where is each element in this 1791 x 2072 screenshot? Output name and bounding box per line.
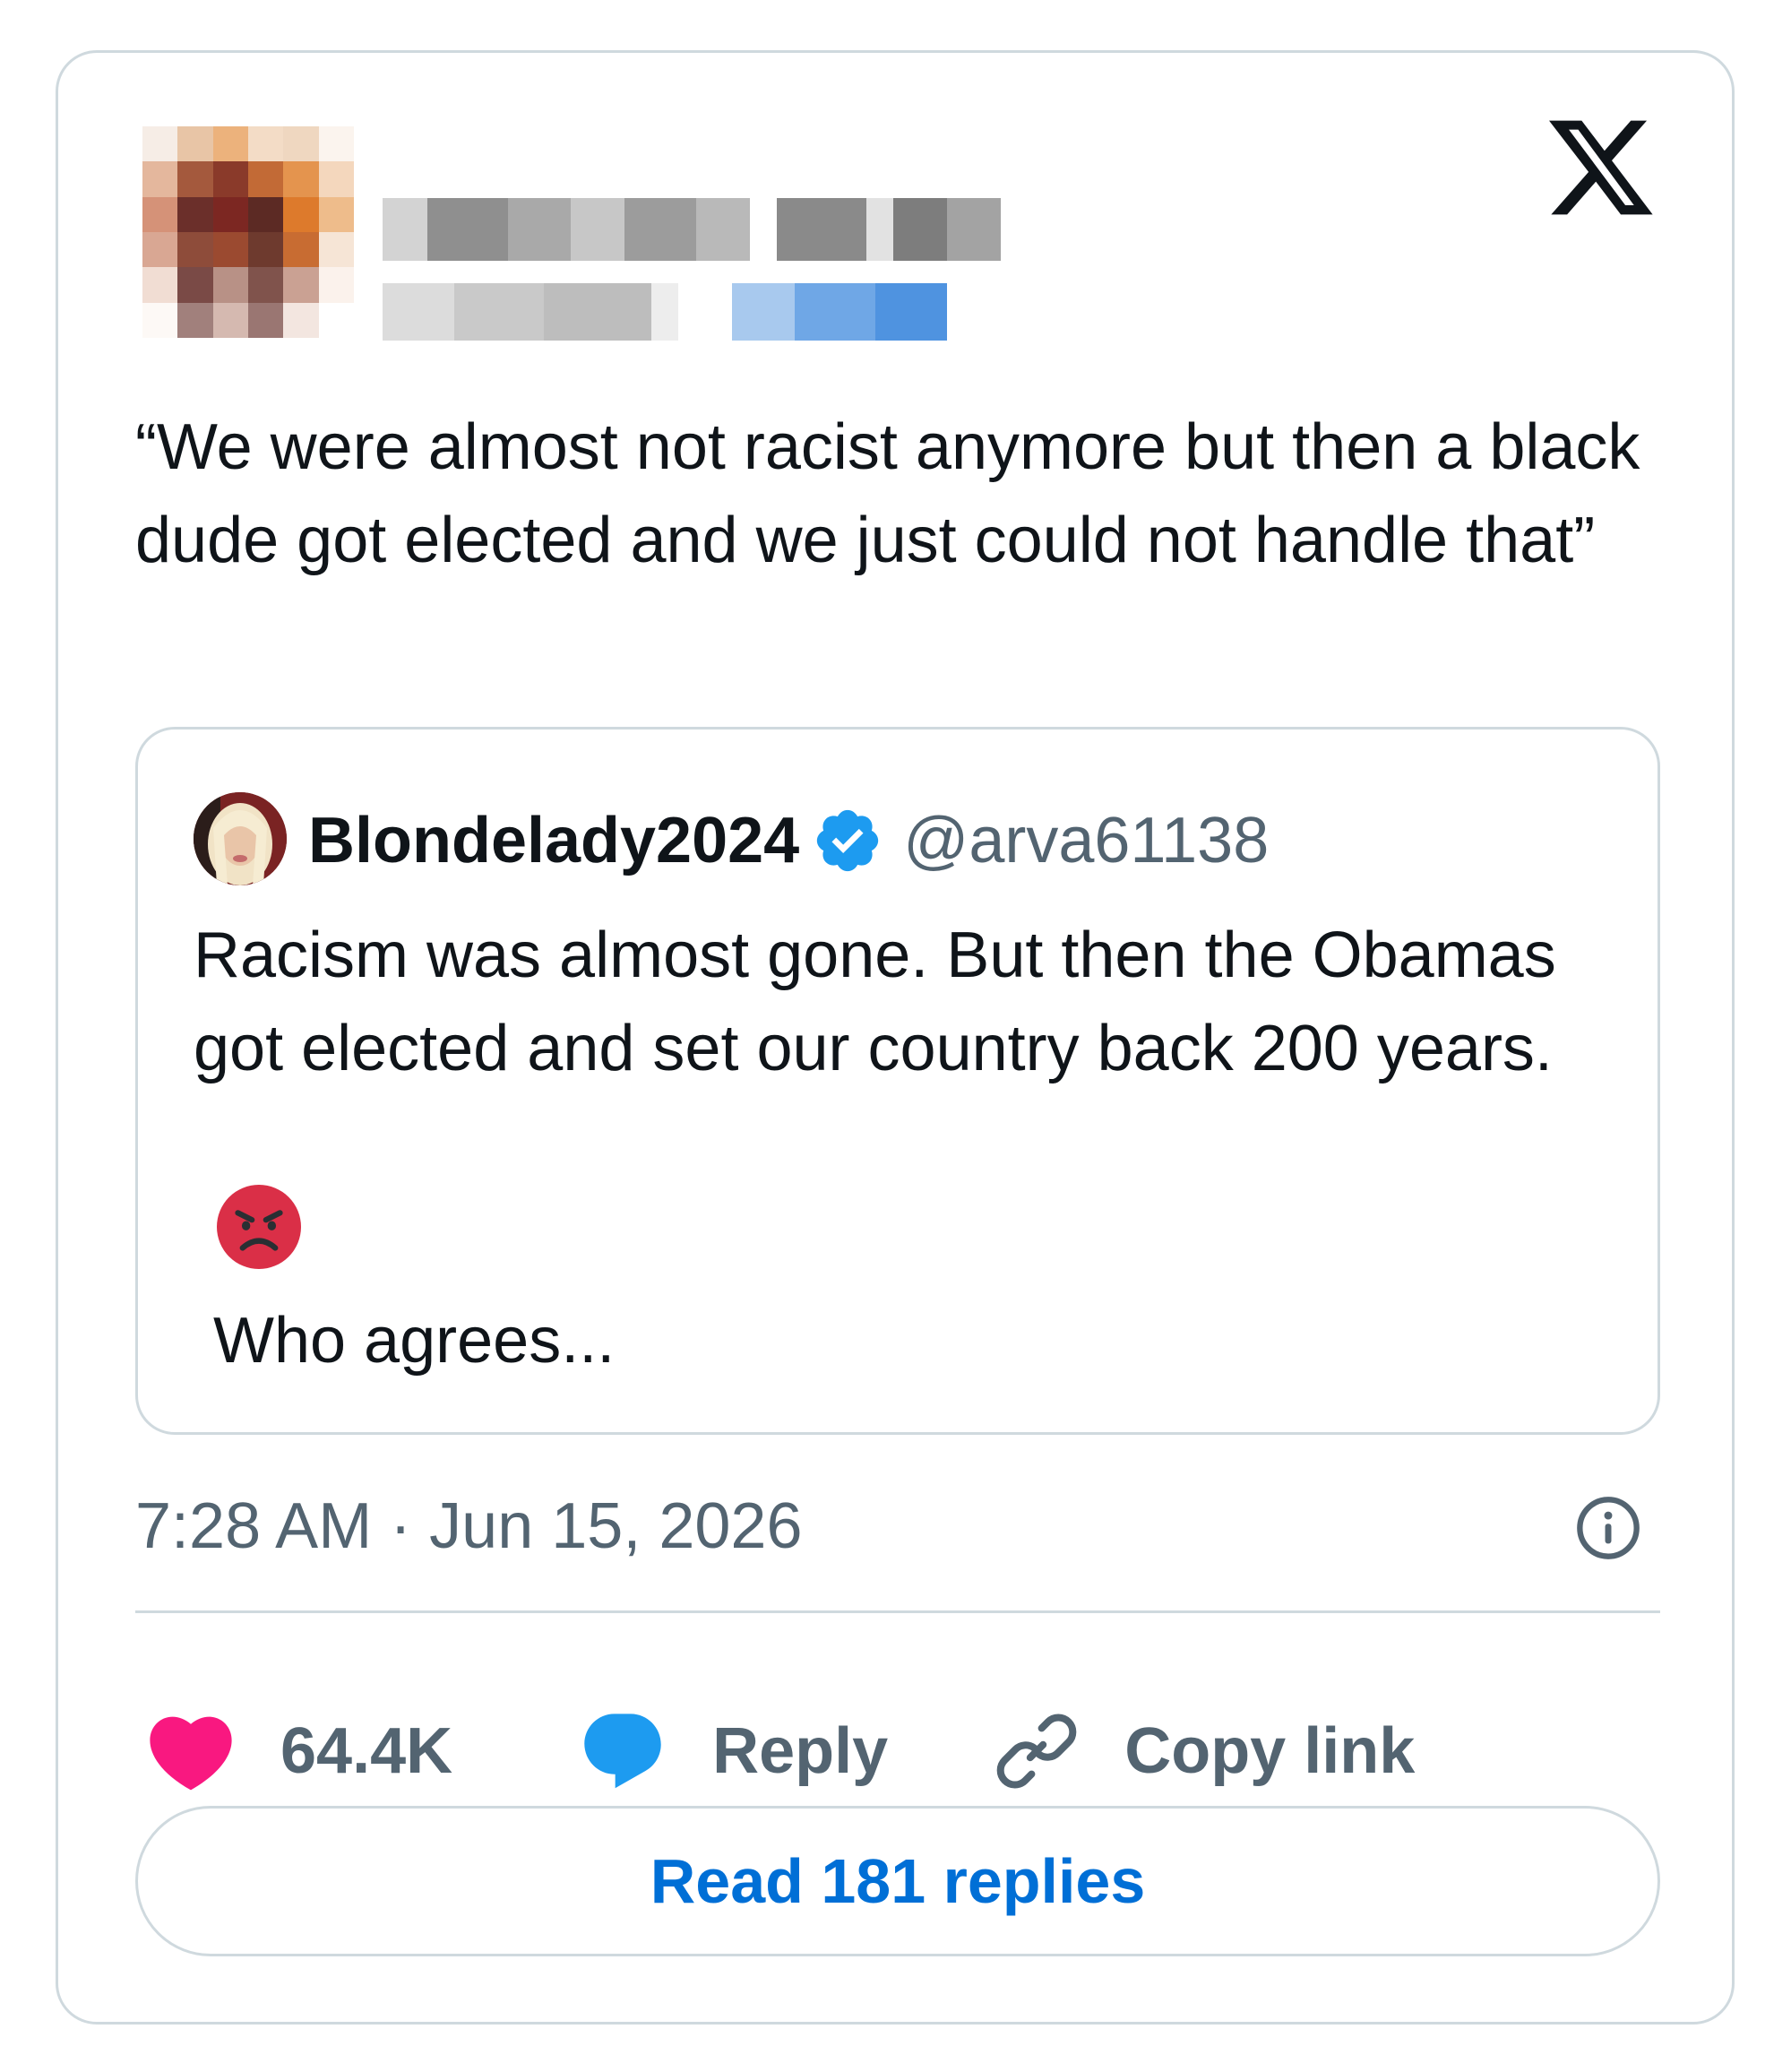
embedded-tweet-card: “We were almost not racist anymore but t… [56,50,1735,2025]
copy-link-label: Copy link [1124,1715,1416,1787]
quoted-author-avatar[interactable] [194,792,287,885]
quoted-tweet-header: Blondelady2024 @arva61138 [308,796,1269,885]
quoted-tweet[interactable]: Blondelady2024 @arva61138 Racism was alm… [135,727,1660,1435]
tweet-text: “We were almost not racist anymore but t… [135,411,1658,576]
author-avatar[interactable] [142,126,354,338]
angry-face-icon [217,1185,301,1269]
info-icon[interactable] [1574,1494,1642,1562]
read-replies-button[interactable]: Read 181 replies [135,1806,1660,1956]
tweet-actions: 64.4K Reply Copy link [146,1702,1415,1800]
reply-button[interactable]: Reply [452,1706,888,1796]
verified-badge-icon [817,809,879,872]
x-logo-icon[interactable] [1549,119,1653,216]
reply-bubble-icon [584,1714,661,1789]
divider [135,1610,1660,1613]
heart-icon [150,1716,232,1791]
like-count: 64.4K [280,1715,453,1787]
link-icon [996,1714,1077,1789]
quoted-tweet-text: Racism was almost gone. But then the Oba… [194,919,1574,1084]
quoted-author-name[interactable]: Blondelady2024 [308,804,799,877]
tweet-author-header[interactable] [87,99,1024,343]
reply-label: Reply [712,1715,889,1787]
like-button[interactable]: 64.4K [146,1711,452,1791]
quoted-author-handle[interactable]: @arva61138 [903,804,1269,877]
quoted-tweet-text-continued: Who agrees... [213,1305,616,1377]
tweet-timestamp[interactable]: 7:28 AM · Jun 15, 2026 [135,1481,803,1571]
author-name-blurred[interactable] [383,198,1001,261]
author-handle-blurred[interactable] [383,283,947,341]
copy-link-button[interactable]: Copy link [888,1708,1415,1794]
